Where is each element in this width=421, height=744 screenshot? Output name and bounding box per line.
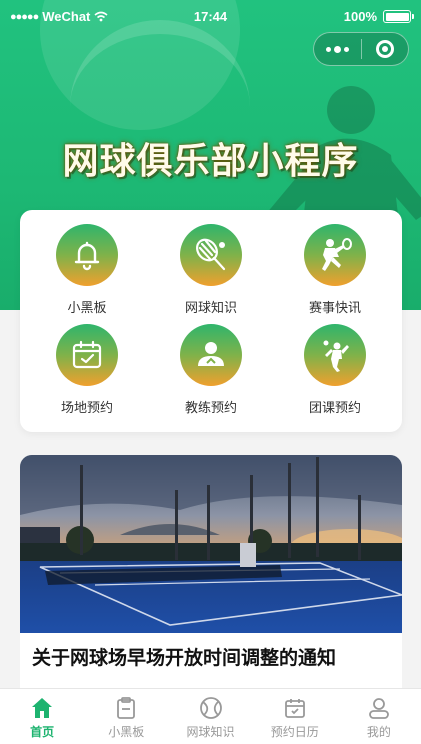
coach-icon xyxy=(180,324,242,386)
tab-label: 首页 xyxy=(30,725,55,739)
menu-item-group-class-booking[interactable]: 团课预约 xyxy=(280,324,390,416)
target-icon xyxy=(375,40,394,58)
tennis-ball-icon xyxy=(168,695,252,721)
menu-item-label: 网球知识 xyxy=(184,301,237,316)
miniprogram-capsule xyxy=(313,32,409,66)
status-bar: ●●●●● WeChat 17:44 100% xyxy=(0,0,421,34)
feature-menu: 小黑板 网球知识 赛事快讯 场地预约 教练预约 团课预约 xyxy=(20,210,402,432)
more-menu-button[interactable] xyxy=(314,33,361,65)
tennis-court-photo xyxy=(20,455,402,633)
tab-home[interactable]: 首页 xyxy=(0,689,84,744)
menu-item-match-news[interactable]: 赛事快讯 xyxy=(280,224,390,316)
racket-icon xyxy=(180,224,242,286)
clipboard-icon xyxy=(84,695,168,721)
menu-item-label: 教练预约 xyxy=(184,401,237,416)
menu-item-coach-booking[interactable]: 教练预约 xyxy=(156,324,266,416)
calendar-check-icon xyxy=(56,324,118,386)
menu-item-tennis-knowledge[interactable]: 网球知识 xyxy=(156,224,266,316)
tab-profile[interactable]: 我的 xyxy=(337,689,421,744)
bell-icon xyxy=(56,224,118,286)
close-miniprogram-button[interactable] xyxy=(362,33,409,65)
menu-item-label: 团课预约 xyxy=(308,401,361,416)
news-title: 关于网球场早场开放时间调整的通知 xyxy=(32,647,337,669)
tab-blackboard[interactable]: 小黑板 xyxy=(84,689,168,744)
player-icon xyxy=(304,224,366,286)
menu-item-blackboard[interactable]: 小黑板 xyxy=(32,224,142,316)
battery-percent: 100% xyxy=(343,9,377,24)
menu-item-court-booking[interactable]: 场地预约 xyxy=(32,324,142,416)
menu-item-label: 场地预约 xyxy=(60,401,113,416)
tab-label: 网球知识 xyxy=(186,725,235,739)
tab-label: 小黑板 xyxy=(108,725,145,739)
tab-tennis-knowledge[interactable]: 网球知识 xyxy=(168,689,252,744)
tab-label: 我的 xyxy=(366,725,391,739)
profile-icon xyxy=(337,695,421,721)
news-card[interactable]: 关于网球场早场开放时间调整的通知 xyxy=(20,455,402,705)
tab-booking-calendar[interactable]: 预约日历 xyxy=(253,689,337,744)
serve-icon xyxy=(304,324,366,386)
home-icon xyxy=(0,695,84,721)
page-title: 网球俱乐部小程序 xyxy=(62,141,359,182)
menu-item-label: 小黑板 xyxy=(67,301,107,316)
battery-icon xyxy=(383,10,414,23)
tab-label: 预约日历 xyxy=(270,725,319,739)
bottom-tab-bar: 首页 小黑板 网球知识 预约日历 我的 xyxy=(0,688,421,744)
calendar-icon xyxy=(253,695,337,721)
menu-item-label: 赛事快讯 xyxy=(308,301,361,316)
